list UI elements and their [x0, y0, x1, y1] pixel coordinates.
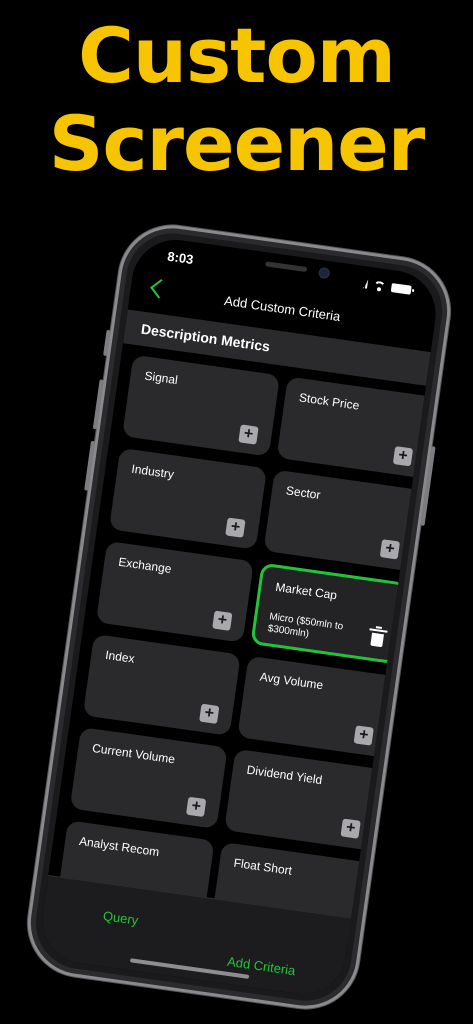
headline-line-1: Custom	[78, 11, 396, 100]
criteria-label: Stock Price	[298, 390, 361, 413]
wifi-icon	[373, 280, 386, 291]
phone-screen: 8:03 Add Custom Criteria Description Met…	[36, 234, 442, 1000]
tab-query[interactable]: Query	[102, 908, 139, 928]
battery-icon	[390, 282, 412, 295]
criteria-card-industry[interactable]: Industry +	[108, 447, 267, 550]
headline: Custom Screener	[0, 12, 473, 188]
add-icon[interactable]: +	[199, 703, 220, 724]
criteria-label: Exchange	[117, 554, 173, 577]
phone-frame: 8:03 Add Custom Criteria Description Met…	[20, 218, 458, 1016]
trash-icon[interactable]	[370, 632, 384, 648]
criteria-card-sector[interactable]: Sector +	[263, 469, 422, 572]
volume-down-button	[84, 440, 96, 491]
add-icon[interactable]: +	[225, 517, 246, 538]
criteria-card-current-volume[interactable]: Current Volume +	[69, 727, 228, 829]
mute-switch	[103, 329, 111, 357]
criteria-value: Micro ($50mln to $300mln)	[266, 611, 344, 640]
criteria-label: Sector	[285, 483, 322, 503]
headline-line-2: Screener	[48, 99, 426, 188]
criteria-label: Float Short	[232, 855, 293, 878]
criteria-card-exchange[interactable]: Exchange +	[95, 540, 254, 643]
volume-up-button	[92, 379, 104, 430]
criteria-label: Index	[104, 647, 136, 666]
criteria-card-signal[interactable]: Signal +	[122, 354, 281, 457]
criteria-card-market-cap[interactable]: Market Cap Micro ($50mln to $300mln)	[250, 562, 409, 665]
criteria-label: Avg Volume	[258, 669, 325, 693]
add-icon[interactable]: +	[379, 539, 401, 560]
add-icon[interactable]: +	[392, 446, 414, 467]
criteria-card-stock-price[interactable]: Stock Price +	[276, 376, 435, 479]
add-icon[interactable]: +	[340, 818, 361, 839]
criteria-label: Dividend Yield	[245, 762, 324, 788]
criteria-card-index[interactable]: Index +	[82, 634, 241, 736]
criteria-label: Market Cap	[274, 579, 338, 603]
add-icon[interactable]: +	[238, 424, 259, 445]
section-title: Description Metrics	[140, 320, 271, 355]
add-icon[interactable]: +	[185, 796, 207, 818]
add-icon[interactable]: +	[353, 725, 374, 746]
status-time: 8:03	[166, 248, 195, 268]
criteria-label: Industry	[130, 461, 175, 482]
criteria-label: Analyst Recom	[78, 834, 161, 860]
front-camera	[317, 266, 331, 280]
add-icon[interactable]: +	[212, 610, 233, 631]
speaker	[265, 261, 308, 273]
power-button	[420, 446, 436, 526]
criteria-label: Signal	[143, 368, 179, 388]
criteria-card-avg-volume[interactable]: Avg Volume +	[237, 655, 396, 758]
criteria-card-dividend-yield[interactable]: Dividend Yield +	[224, 748, 383, 851]
criteria-label: Current Volume	[91, 740, 176, 767]
